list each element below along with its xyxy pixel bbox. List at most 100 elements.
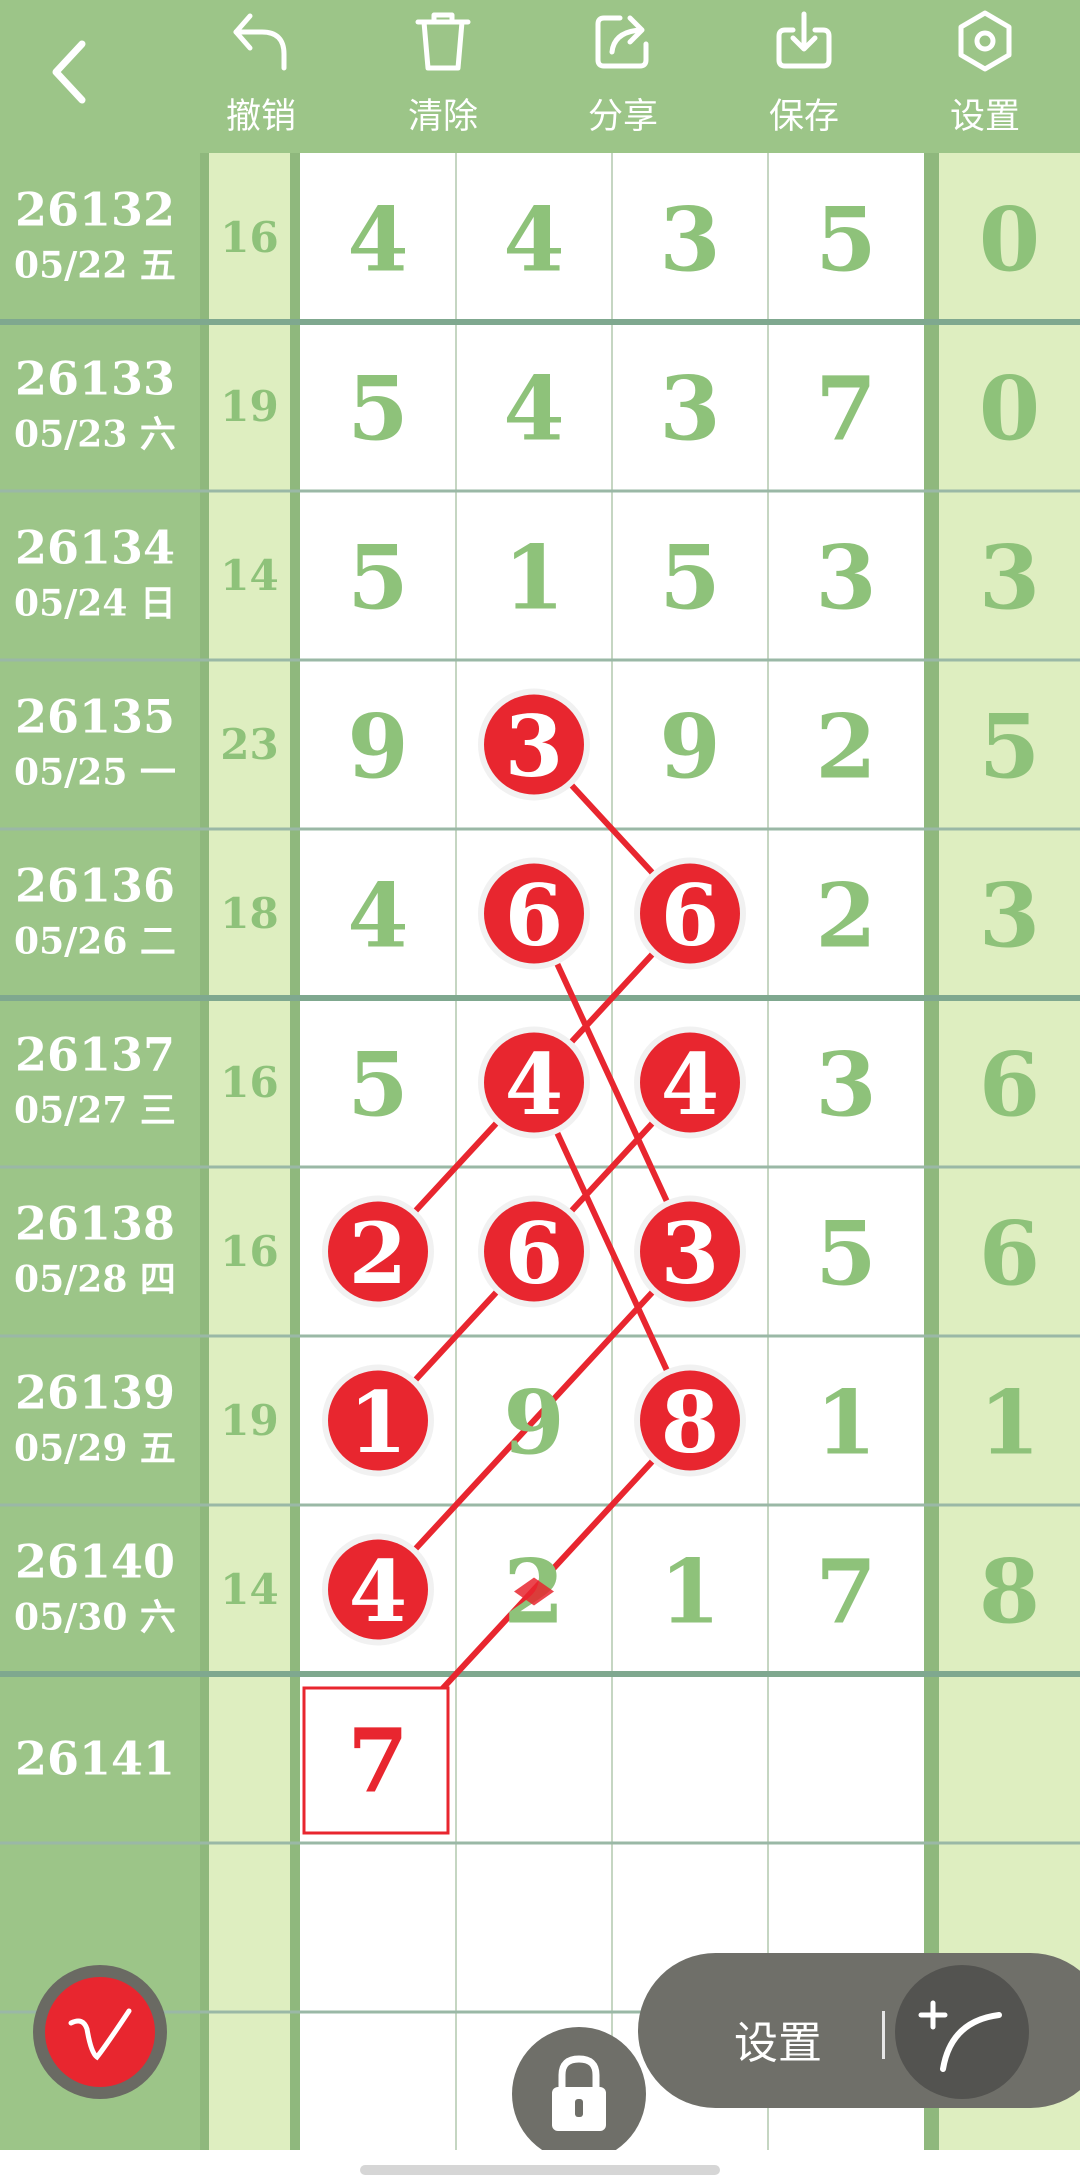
- top-toolbar: 撤销 清除 分享 保存 设置: [0, 0, 1080, 153]
- digit-last-divider: [924, 153, 939, 2153]
- issue-date: 05/29 五: [14, 1428, 176, 1470]
- home-indicator[interactable]: [360, 2165, 720, 2175]
- bottom-settings-bar[interactable]: 设置: [638, 1953, 1080, 2108]
- digit: 5: [347, 357, 408, 461]
- digit: 3: [659, 357, 720, 461]
- settings-button[interactable]: 设置: [910, 0, 1060, 153]
- sum-value: 14: [220, 551, 278, 600]
- sum-column-bg: [209, 153, 290, 2153]
- marked-digit: 3: [661, 1204, 719, 1303]
- trash-icon: [415, 12, 471, 71]
- sum-digit-divider: [290, 153, 300, 2153]
- digit: 3: [659, 188, 720, 292]
- draw-grid[interactable]: 26132 05/22 五 16 0 26133 05/23 六 19 0 26134 05/24…: [0, 153, 1080, 2153]
- bottom-settings-label[interactable]: 设置: [734, 2007, 822, 2071]
- line-tool-button[interactable]: [895, 1965, 1029, 2099]
- digit: 3: [815, 1033, 876, 1137]
- bottom-separator: [882, 2011, 885, 2059]
- issue-number: 26139: [15, 1366, 175, 1420]
- digit: 1: [815, 1371, 876, 1475]
- digit: 3: [815, 526, 876, 630]
- issue-number: 26140: [15, 1535, 175, 1589]
- last-digit: 3: [979, 864, 1040, 968]
- sum-value: 14: [220, 1565, 278, 1614]
- sum-value: 23: [220, 720, 278, 769]
- marked-digit: 2: [349, 1204, 407, 1303]
- grid-canvas[interactable]: 2613205/22 五16 02613305/23 六19 02613405/24…: [0, 153, 1080, 2153]
- download-icon: [776, 11, 832, 69]
- issue-number: 26134: [15, 521, 175, 575]
- issue-date: 05/24 日: [14, 583, 176, 625]
- line-draw-icon: [918, 2000, 1002, 2072]
- issue-date: 05/27 三: [14, 1090, 176, 1132]
- marked-digit: 4: [505, 1035, 563, 1134]
- marked-digit: 6: [505, 1204, 563, 1303]
- digit: 5: [815, 1202, 876, 1306]
- predicted-digit: 7: [347, 1709, 408, 1813]
- digit: 2: [815, 695, 876, 799]
- issue-sum-divider: [200, 153, 209, 2153]
- settings-hexagon-icon: [958, 10, 1012, 72]
- share-icon: [595, 15, 649, 69]
- sum-value: 19: [220, 1396, 278, 1445]
- last-digit: 6: [979, 1202, 1040, 1306]
- issue-date: 05/28 四: [14, 1259, 176, 1301]
- clear-button[interactable]: 清除: [368, 0, 518, 153]
- last-digit: 0: [979, 188, 1040, 292]
- pen-stroke-icon: [68, 2008, 132, 2061]
- sum-value: 18: [220, 889, 278, 938]
- digit: 1: [503, 526, 564, 630]
- digit: 2: [815, 864, 876, 968]
- issue-number: 26137: [15, 1028, 175, 1082]
- marked-digit: 1: [349, 1373, 407, 1472]
- digit: 5: [815, 188, 876, 292]
- marked-digit: 8: [661, 1373, 719, 1472]
- digit: 5: [347, 526, 408, 630]
- back-button[interactable]: [30, 30, 115, 115]
- digit: 7: [815, 1540, 876, 1644]
- sum-value: 16: [220, 1227, 278, 1276]
- digit: 1: [659, 1540, 720, 1644]
- chevron-left-icon: [52, 40, 86, 104]
- digit: 5: [347, 1033, 408, 1137]
- share-label: 分享: [587, 97, 658, 137]
- settings-label: 设置: [949, 97, 1020, 137]
- digit: 4: [347, 188, 408, 292]
- last-digit: 3: [979, 526, 1040, 630]
- digit: 4: [503, 188, 564, 292]
- undo-label: 撤销: [225, 97, 296, 137]
- save-button[interactable]: 保存: [729, 0, 879, 153]
- issue-number: 26133: [15, 352, 175, 406]
- lock-icon: [552, 2055, 606, 2131]
- digit: 9: [659, 695, 720, 799]
- last-digit: 1: [979, 1371, 1040, 1475]
- last-digit: 0: [979, 357, 1040, 461]
- marked-digit: 6: [505, 866, 563, 965]
- issue-date: 05/30 六: [14, 1597, 176, 1639]
- issue-date: 05/26 二: [14, 921, 176, 963]
- digit: 4: [503, 357, 564, 461]
- issue-number: 26136: [15, 859, 175, 913]
- issue-number: 26132: [15, 183, 175, 237]
- digit: 7: [815, 357, 876, 461]
- pen-tool-fill: [45, 1977, 155, 2087]
- marked-digit: 4: [349, 1542, 407, 1641]
- digit: 5: [659, 526, 720, 630]
- undo-button[interactable]: 撤销: [186, 0, 336, 153]
- digit: 9: [503, 1371, 564, 1475]
- marked-digit: 3: [505, 697, 563, 796]
- lock-button[interactable]: [512, 2027, 646, 2161]
- issue-number: 26138: [15, 1197, 175, 1251]
- issue-date: 05/25 一: [14, 752, 176, 794]
- issue-number: 26141: [15, 1732, 175, 1786]
- undo-icon: [233, 13, 287, 71]
- issue-number: 26135: [15, 690, 175, 744]
- marked-digit: 4: [661, 1035, 719, 1134]
- share-button[interactable]: 分享: [548, 0, 698, 153]
- issue-date: 05/23 六: [14, 414, 176, 456]
- last-digit: 6: [979, 1033, 1040, 1137]
- digit: 9: [347, 695, 408, 799]
- last-digit: 5: [979, 695, 1040, 799]
- pen-tool-button[interactable]: [33, 1965, 167, 2099]
- clear-label: 清除: [407, 97, 478, 137]
